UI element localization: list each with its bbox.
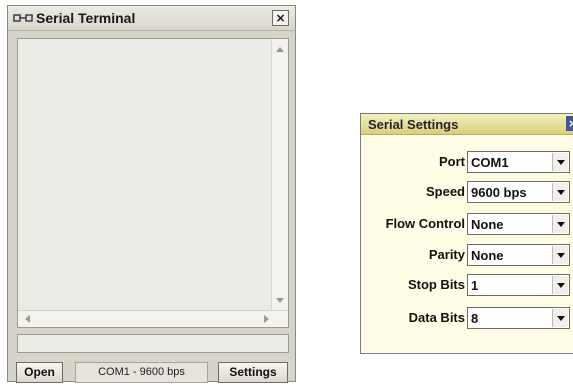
flow-control-select[interactable]: None: [467, 213, 570, 235]
serial-settings-dialog: Serial Settings × Port COM1 Speed 9600 b…: [360, 113, 573, 354]
parity-value: None: [471, 248, 504, 263]
scroll-down-icon[interactable]: [276, 298, 284, 303]
speed-row: Speed 9600 bps: [361, 181, 573, 205]
flow-control-row: Flow Control None: [361, 213, 573, 237]
speed-select[interactable]: 9600 bps: [467, 181, 570, 203]
speed-value: 9600 bps: [471, 185, 527, 200]
close-icon[interactable]: ×: [566, 116, 573, 131]
port-select[interactable]: COM1: [467, 151, 570, 173]
serial-connector-icon: [13, 14, 33, 22]
settings-title: Serial Settings: [368, 117, 459, 132]
scroll-left-icon[interactable]: [25, 315, 30, 323]
horizontal-scrollbar[interactable]: [18, 310, 288, 327]
terminal-titlebar[interactable]: Serial Terminal ×: [8, 6, 295, 31]
parity-row: Parity None: [361, 244, 573, 268]
vertical-scrollbar[interactable]: [271, 39, 288, 311]
flow-control-value: None: [471, 217, 504, 232]
scroll-up-icon[interactable]: [276, 47, 284, 52]
data-bits-row: Data Bits 8: [361, 307, 573, 331]
port-label: Port: [439, 154, 465, 169]
close-icon[interactable]: ×: [272, 10, 289, 26]
flow-control-label: Flow Control: [385, 216, 465, 231]
open-button[interactable]: Open: [16, 362, 63, 383]
settings-button[interactable]: Settings: [218, 362, 288, 383]
parity-label: Parity: [428, 247, 465, 262]
dropdown-arrow-icon[interactable]: [552, 183, 568, 201]
serial-terminal-window: Serial Terminal × Open COM1 - 9600 bps S…: [7, 5, 296, 383]
dropdown-arrow-icon[interactable]: [552, 309, 568, 327]
data-bits-label: Data Bits: [408, 310, 465, 325]
data-bits-value: 8: [471, 311, 479, 326]
terminal-title: Serial Terminal: [36, 10, 136, 26]
terminal-input-field[interactable]: [17, 334, 289, 353]
stop-bits-row: Stop Bits 1: [361, 274, 573, 298]
dropdown-arrow-icon[interactable]: [552, 276, 568, 294]
port-row: Port COM1: [361, 151, 573, 175]
dropdown-arrow-icon[interactable]: [552, 246, 568, 264]
connection-status: COM1 - 9600 bps: [75, 362, 208, 383]
stop-bits-label: Stop Bits: [407, 277, 465, 292]
terminal-output-area[interactable]: [17, 38, 289, 328]
settings-titlebar[interactable]: Serial Settings ×: [361, 114, 573, 135]
data-bits-select[interactable]: 8: [467, 307, 570, 329]
stop-bits-value: 1: [471, 278, 479, 293]
dropdown-arrow-icon[interactable]: [552, 215, 568, 233]
scroll-right-icon[interactable]: [264, 315, 269, 323]
parity-select[interactable]: None: [467, 244, 570, 266]
stop-bits-select[interactable]: 1: [467, 274, 570, 296]
port-value: COM1: [471, 155, 509, 170]
speed-label: Speed: [425, 184, 465, 199]
dropdown-arrow-icon[interactable]: [552, 153, 568, 171]
